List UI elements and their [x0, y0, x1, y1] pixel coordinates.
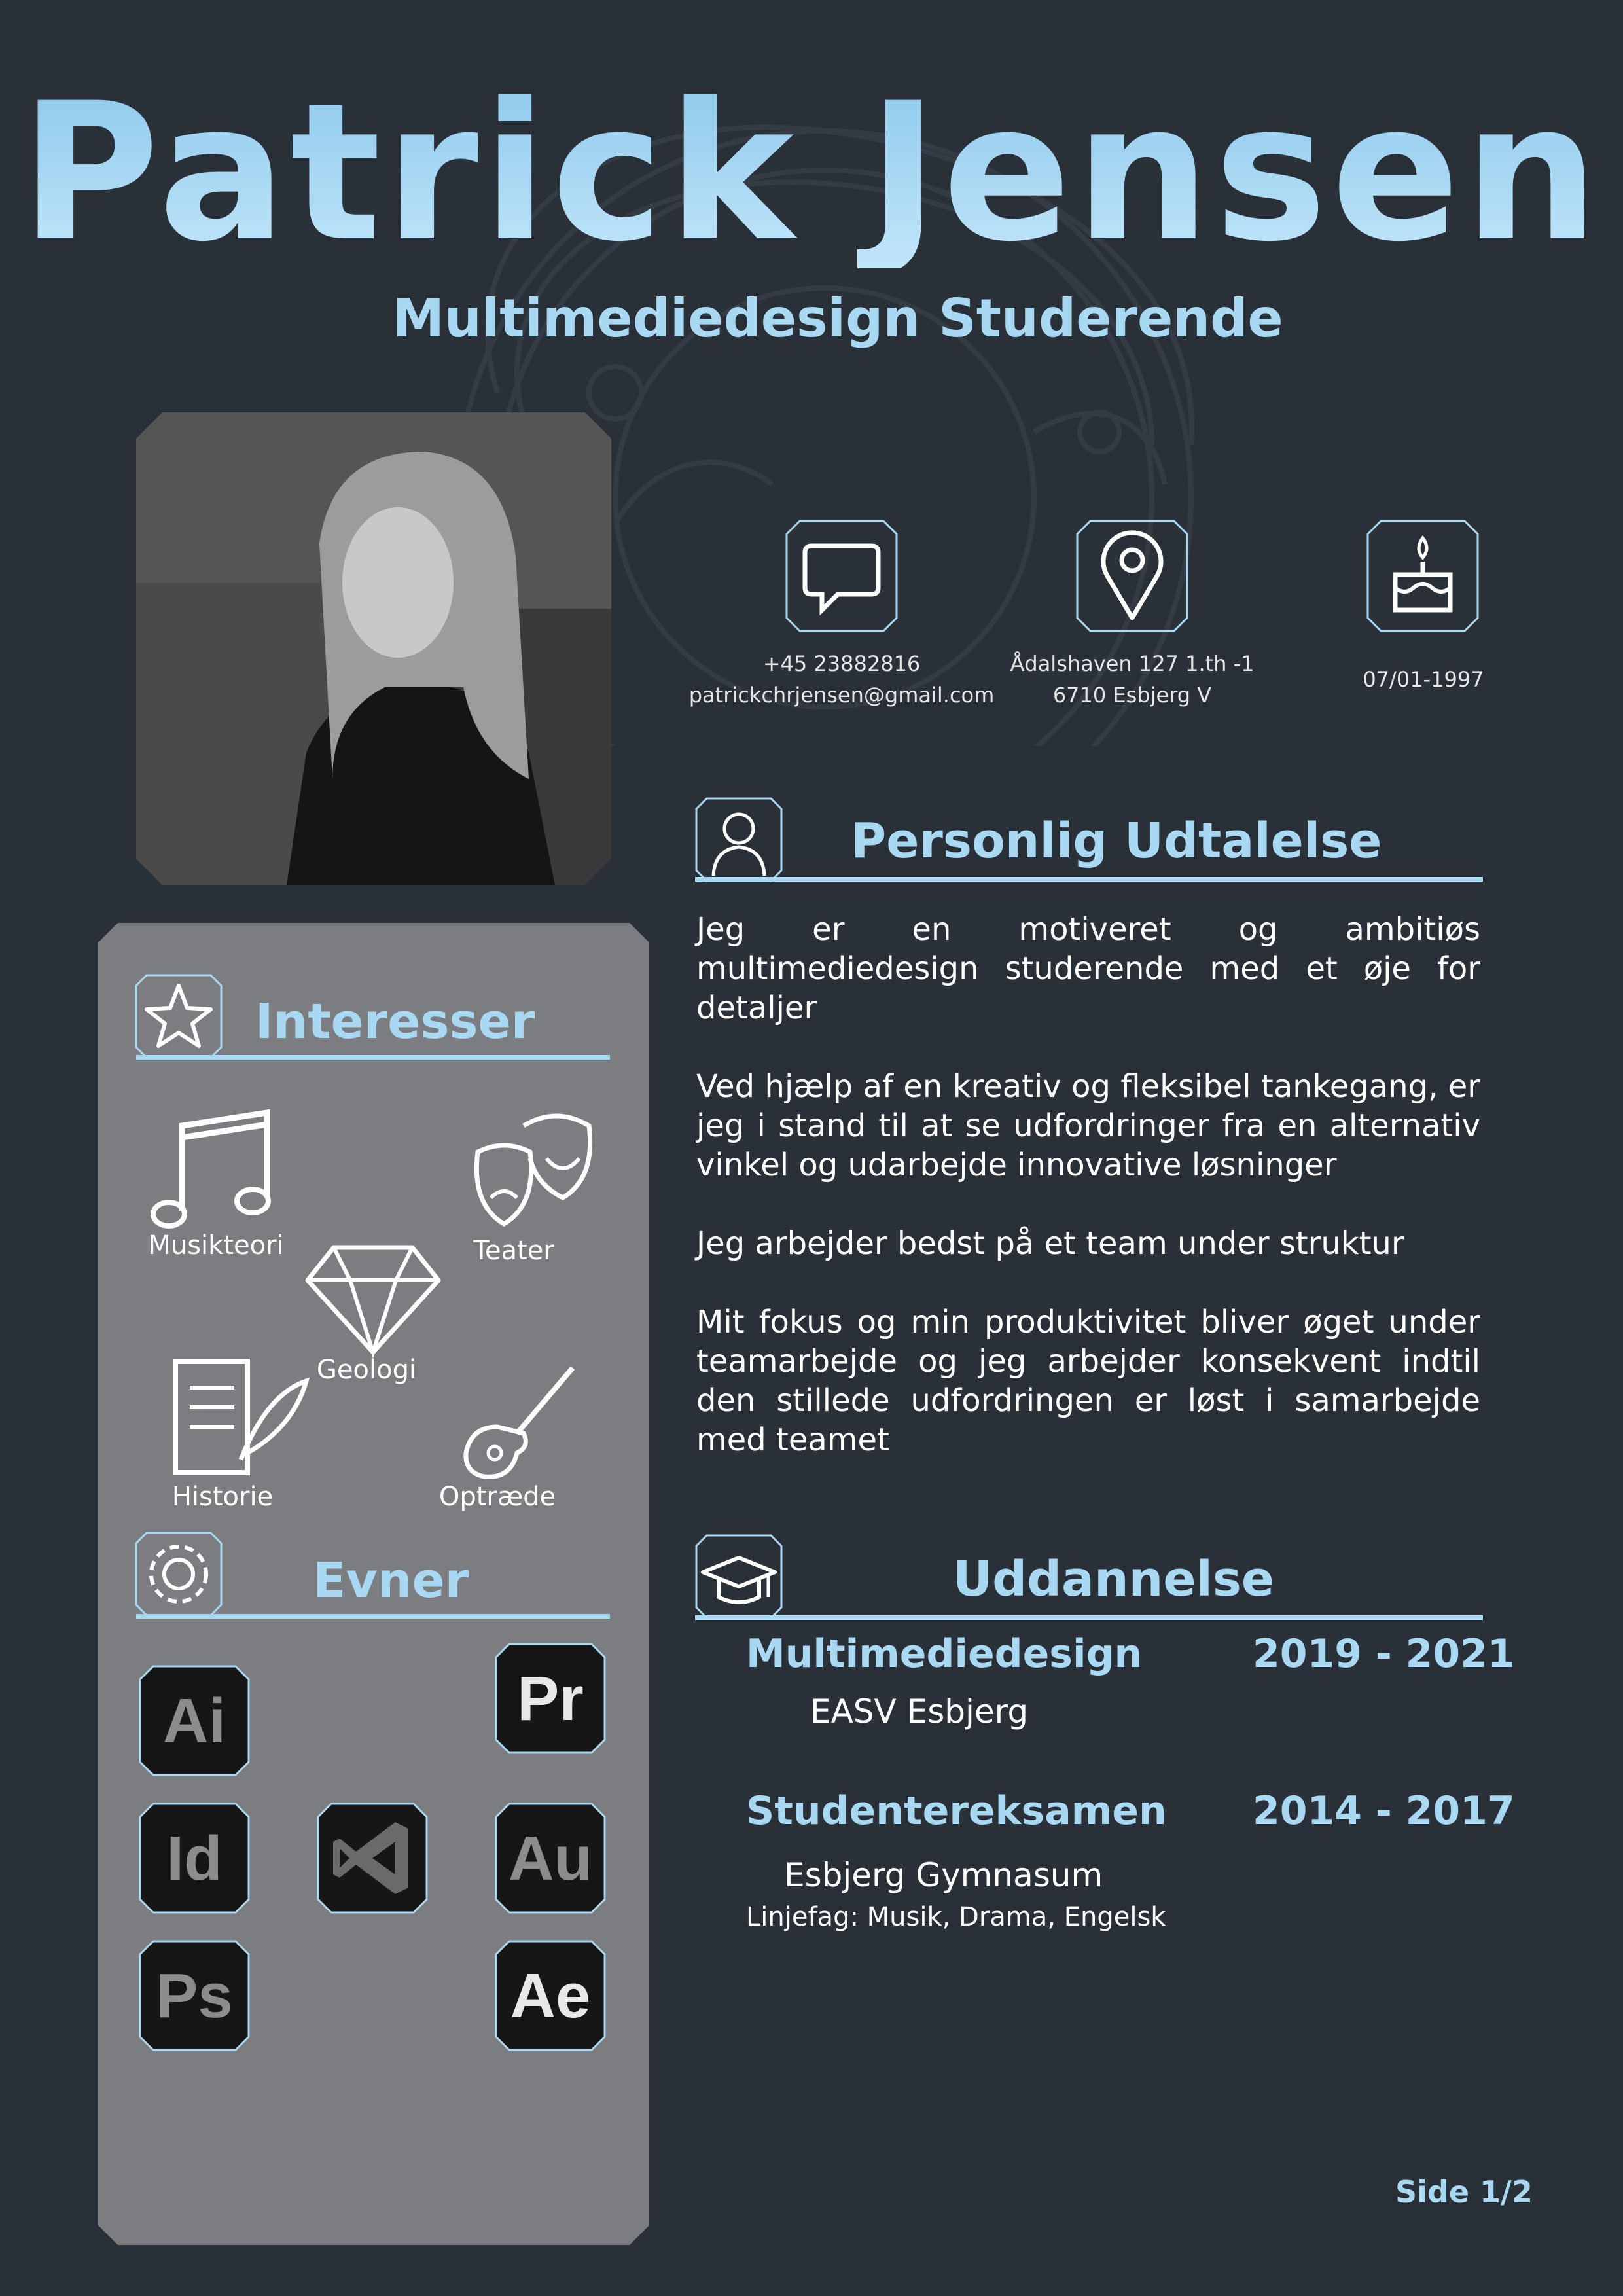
after-effects-icon: Ae: [495, 1940, 606, 2051]
app-abbr: Ps: [156, 1961, 232, 2031]
phone-number[interactable]: +45 23882816: [674, 648, 1009, 679]
graduation-cap-icon: [695, 1534, 783, 1619]
indesign-icon: Id: [139, 1803, 250, 1914]
interests-title: Interesser: [255, 994, 535, 1050]
diamond-icon: [305, 1245, 441, 1359]
gear-icon: [135, 1532, 223, 1617]
skills-rule: [136, 1614, 610, 1619]
education-school: EASV Esbjerg: [810, 1693, 1029, 1731]
audition-icon: Au: [495, 1803, 606, 1914]
subtitle: Multimediedesign Studerende: [392, 288, 1283, 349]
app-abbr: Ae: [510, 1961, 591, 2031]
person-icon: [695, 797, 783, 882]
guitar-icon: [463, 1366, 575, 1479]
education-note: Linjefag: Musik, Drama, Engelsk: [746, 1902, 1166, 1932]
education-school: Esbjerg Gymnasum: [784, 1856, 1103, 1894]
education-rule: [695, 1615, 1483, 1620]
app-abbr: Pr: [517, 1664, 583, 1734]
speech-bubble-icon: [785, 520, 898, 632]
statement-paragraph: Jeg er en motiveret og ambitiøs multimed…: [696, 911, 1480, 1026]
photoshop-icon: Ps: [139, 1940, 250, 2051]
education-degree: Multimediedesign: [746, 1631, 1143, 1677]
name-heading: Patrick Jensen: [0, 79, 1623, 268]
music-note-icon: [151, 1109, 271, 1229]
statement-paragraph: Mit fokus og min produktivitet bliver øg…: [696, 1304, 1480, 1458]
statement-title: Personlig Udtalelse: [851, 813, 1382, 869]
illustrator-icon: Ai: [139, 1665, 250, 1776]
education-years: 2014 - 2017: [1253, 1788, 1515, 1834]
skills-title: Evner: [313, 1552, 469, 1609]
statement-paragraph: Jeg arbejder bedst på et team under stru…: [696, 1225, 1404, 1262]
interest-label: Geologi: [316, 1355, 417, 1385]
statement-text: Jeg er en motiveret og ambitiøs multimed…: [696, 910, 1480, 1499]
premiere-icon: Pr: [495, 1643, 606, 1754]
interest-label: Historie: [171, 1482, 274, 1512]
birthdate: 07/01-1997: [1363, 667, 1484, 692]
app-abbr: Au: [508, 1823, 592, 1893]
statement-rule: [695, 877, 1483, 882]
education-degree: Studentereksamen: [746, 1788, 1167, 1834]
education-title: Uddannelse: [953, 1551, 1275, 1607]
interest-label: Teater: [473, 1236, 554, 1266]
visual-studio-icon: [317, 1803, 428, 1914]
app-abbr: Id: [166, 1823, 222, 1893]
interest-label: Optræde: [438, 1482, 556, 1512]
page-number: Side 1/2: [1395, 2174, 1533, 2210]
interest-label: Musikteori: [148, 1230, 284, 1261]
location-pin-icon: [1076, 520, 1188, 632]
education-years: 2019 - 2021: [1253, 1631, 1515, 1677]
address-line1: Ådalshaven 127 1.th -1: [1010, 651, 1255, 676]
app-abbr: Ai: [163, 1686, 226, 1756]
theater-masks-icon: [474, 1113, 593, 1227]
interests-rule: [136, 1055, 610, 1060]
scroll-quill-icon: [173, 1359, 310, 1475]
email-address[interactable]: patrickchrjensen@gmail.com: [674, 679, 1009, 711]
address-line2: 6710 Esbjerg V: [1052, 683, 1212, 708]
profile-photo: [136, 412, 611, 885]
statement-paragraph: Ved hjælp af en kreativ og fleksibel tan…: [696, 1068, 1480, 1183]
star-icon: [135, 974, 223, 1059]
birthday-cake-icon: [1366, 520, 1479, 632]
